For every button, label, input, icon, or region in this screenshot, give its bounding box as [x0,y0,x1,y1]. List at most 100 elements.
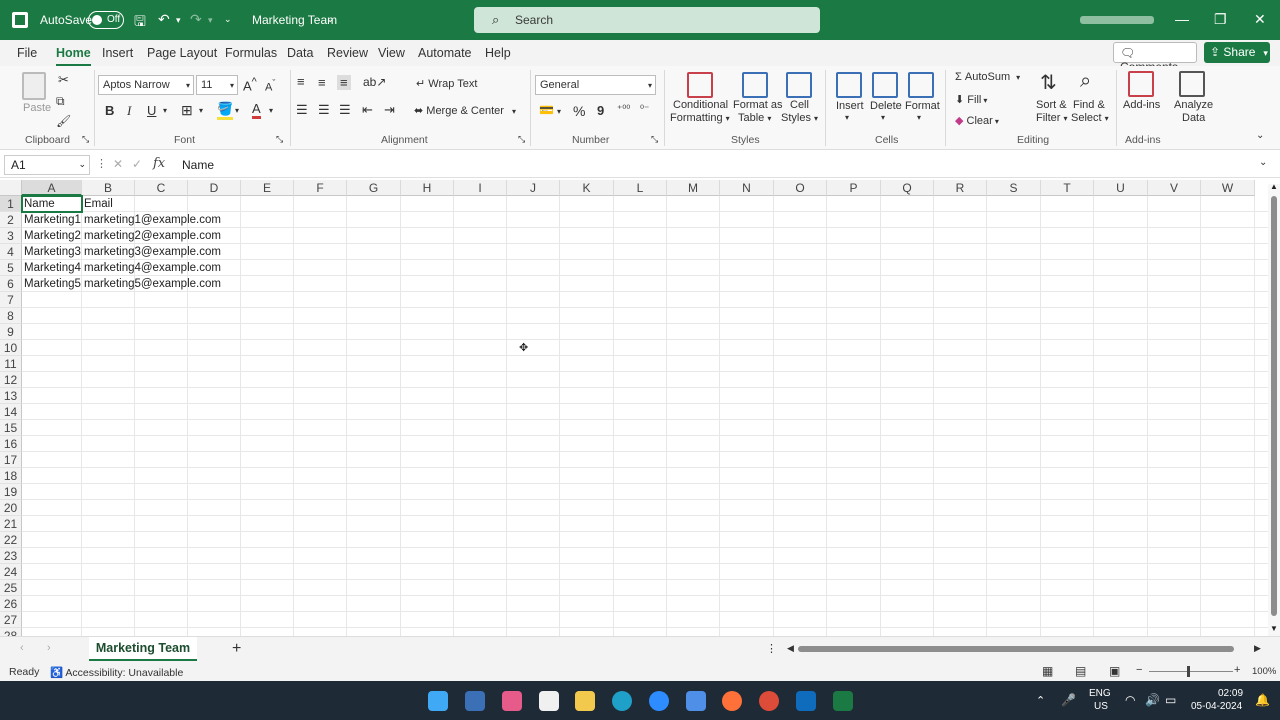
clock-date[interactable]: 05-04-2024 [1191,701,1242,712]
align-center-icon[interactable]: ☰ [318,102,330,118]
cell-b4[interactable]: marketing3@example.com [82,244,221,260]
number-launcher-icon[interactable]: ⤡ [651,134,658,145]
notion-icon[interactable] [539,691,559,711]
format-painter-icon[interactable]: 🖌 [56,114,71,128]
notepad-icon[interactable] [686,691,706,711]
column-header-b[interactable]: B [82,180,135,196]
language-region[interactable]: US [1094,701,1108,712]
accessibility-status[interactable]: ♿ Accessibility: Unavailable [50,666,183,679]
comments-button[interactable]: 🗨 Comments [1113,42,1197,74]
edge-icon[interactable] [612,691,632,711]
borders-dropdown-icon[interactable]: ▾ [199,106,203,115]
conditional-formatting-icon[interactable] [687,72,713,98]
calculator-icon[interactable] [465,691,485,711]
row-header-27[interactable]: 27 [0,612,22,628]
align-left-icon[interactable]: ☰ [296,102,308,118]
excel-taskbar-icon[interactable] [833,691,853,711]
undo-dropdown-icon[interactable]: ▾ [176,15,181,26]
number-format-select[interactable]: General ▾ [535,75,656,95]
tab-file[interactable]: File [17,46,37,60]
row-header-20[interactable]: 20 [0,500,22,516]
row-header-10[interactable]: 10 [0,340,22,356]
cell-styles-label-2[interactable]: Styles ▾ [781,112,818,124]
minimize-icon[interactable]: — [1175,11,1189,27]
wrap-text-button[interactable]: ↵ Wrap Text [416,77,477,90]
sort-filter-label[interactable]: Sort & [1036,99,1067,111]
row-header-26[interactable]: 26 [0,596,22,612]
decrease-indent-icon[interactable]: ⇤ [362,102,373,118]
zoom-in-icon[interactable]: + [1234,664,1240,676]
insert-dropdown-icon[interactable]: ▾ [845,113,849,122]
row-header-9[interactable]: 9 [0,324,22,340]
account-area[interactable] [1080,16,1154,24]
row-header-23[interactable]: 23 [0,548,22,564]
find-select-label-2[interactable]: Select ▾ [1071,112,1109,124]
outlook-icon[interactable] [796,691,816,711]
font-color-icon[interactable]: A [252,101,261,119]
row-header-17[interactable]: 17 [0,452,22,468]
insert-cells-label[interactable]: Insert [836,100,864,112]
zoom-level[interactable]: 100% [1252,666,1276,677]
autosum-button[interactable]: Σ AutoSum ▾ [955,71,1020,83]
column-header-j[interactable]: J [507,180,560,196]
decrease-font-icon[interactable]: Aˇ [265,78,275,94]
column-header-n[interactable]: N [720,180,774,196]
tab-page-layout[interactable]: Page Layout [147,46,217,60]
delete-cells-icon[interactable] [872,72,898,98]
comma-style-button[interactable]: 9 [597,103,604,118]
paste-label[interactable]: Paste [23,102,51,114]
column-header-l[interactable]: L [614,180,667,196]
chrome-icon[interactable] [759,691,779,711]
column-header-v[interactable]: V [1148,180,1201,196]
battery-icon[interactable]: ▭ [1165,693,1176,707]
find-select-label[interactable]: Find & [1073,99,1105,111]
italic-button[interactable]: I [127,103,131,119]
formula-bar-options-icon[interactable]: ⋮ [96,157,107,170]
tab-insert[interactable]: Insert [102,46,133,60]
clipboard-launcher-icon[interactable]: ⤡ [82,134,89,145]
wifi-icon[interactable]: ◠ [1125,693,1135,707]
font-name-select[interactable]: Aptos Narrow ▾ [98,75,194,95]
format-cells-icon[interactable] [908,72,934,98]
analyze-data-label[interactable]: Analyze [1174,99,1213,111]
accounting-format-icon[interactable]: 💳 [539,103,554,117]
cell-styles-icon[interactable] [786,72,812,98]
firefox-icon[interactable] [722,691,742,711]
save-icon[interactable]: 🖫 [134,11,146,35]
language-code[interactable]: ENG [1089,688,1111,699]
prev-sheet-icon[interactable]: ‹ [20,642,24,654]
insert-cells-icon[interactable] [836,72,862,98]
scroll-right-icon[interactable]: ▶ [1254,643,1261,654]
format-as-table-label[interactable]: Format as [733,99,783,111]
row-header-3[interactable]: 3 [0,228,22,244]
microphone-icon[interactable]: 🎤 [1061,693,1076,707]
column-header-s[interactable]: S [987,180,1041,196]
tab-help[interactable]: Help [485,46,511,60]
format-as-table-label-2[interactable]: Table ▾ [738,112,771,124]
row-header-7[interactable]: 7 [0,292,22,308]
insert-function-icon[interactable]: fx [153,156,165,171]
column-header-u[interactable]: U [1094,180,1148,196]
cell-a6[interactable]: Marketing5 [22,276,81,292]
row-header-19[interactable]: 19 [0,484,22,500]
document-title[interactable]: Marketing Team [252,13,337,27]
conditional-formatting-label[interactable]: Conditional [673,99,728,111]
cell-b6[interactable]: marketing5@example.com [82,276,221,292]
paste-icon[interactable] [22,72,46,100]
column-header-i[interactable]: I [454,180,507,196]
format-dropdown-icon[interactable]: ▾ [917,113,921,122]
alignment-launcher-icon[interactable]: ⤡ [518,134,525,145]
tab-automate[interactable]: Automate [418,46,472,60]
row-header-5[interactable]: 5 [0,260,22,276]
row-header-11[interactable]: 11 [0,356,22,372]
font-size-select[interactable]: 11 ▾ [196,75,238,95]
row-header-13[interactable]: 13 [0,388,22,404]
scroll-up-icon[interactable]: ▲ [1270,182,1278,191]
vertical-scroll-thumb[interactable] [1271,196,1277,616]
tab-home[interactable]: Home [56,46,91,66]
underline-button[interactable]: U [147,103,156,118]
cell-a3[interactable]: Marketing2 [22,228,81,244]
conditional-formatting-label-2[interactable]: Formatting ▾ [670,112,730,124]
copy-icon[interactable]: ⧉ [56,94,65,109]
font-color-dropdown-icon[interactable]: ▾ [269,106,273,115]
